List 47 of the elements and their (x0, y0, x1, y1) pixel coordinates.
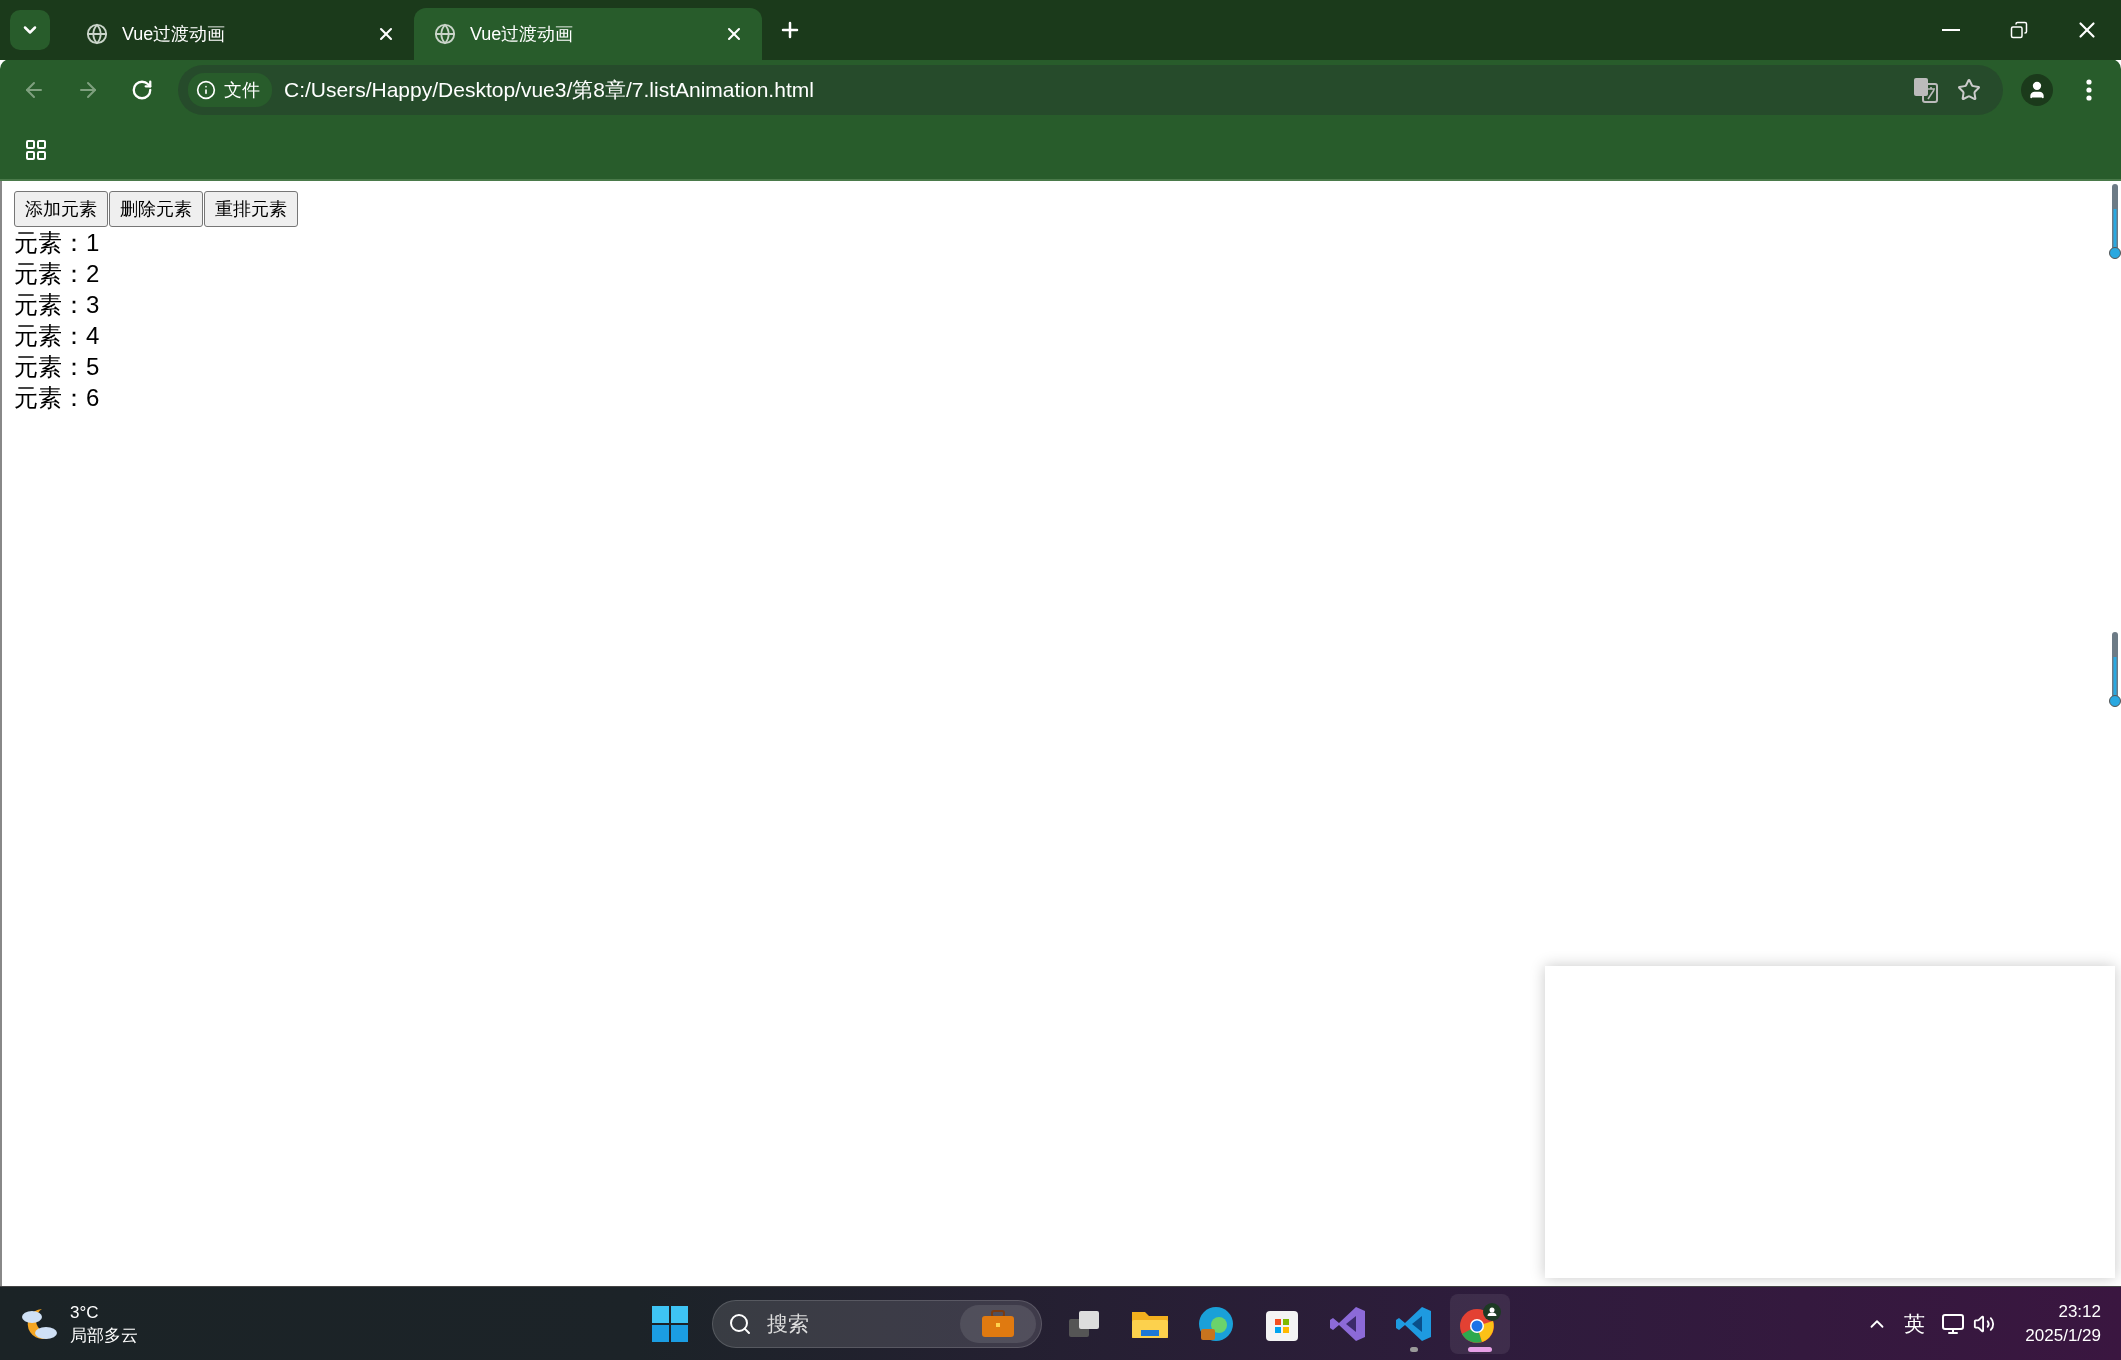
minimize-icon (1942, 29, 1960, 31)
list-item: 元素：6 (14, 383, 100, 413)
clock-date: 2025/1/29 (2025, 1324, 2101, 1347)
menu-icon (2086, 79, 2092, 101)
info-icon (196, 80, 216, 100)
tab-search-button[interactable] (10, 10, 50, 50)
translate-icon[interactable] (1913, 77, 1939, 103)
edge-icon (1197, 1304, 1235, 1343)
thermometer-icon (2109, 631, 2121, 709)
tab-title: Vue过渡动画 (122, 23, 227, 46)
windows-logo-icon (652, 1305, 688, 1342)
browser-tab[interactable]: Vue过渡动画 (66, 8, 414, 60)
network-icon[interactable] (1941, 1311, 1966, 1336)
search-icon (728, 1311, 752, 1336)
chrome-icon (1458, 1302, 1502, 1345)
restore-icon (2010, 21, 2028, 39)
visual-studio-icon (1329, 1304, 1367, 1343)
list-item: 元素：3 (14, 290, 100, 320)
page-button[interactable]: 重排元素 (204, 191, 298, 227)
clock-time: 23:12 (2058, 1300, 2101, 1323)
address-bar[interactable]: 文件 C:/Users/Happy/Desktop/vue3/第8章/7.listAnimation.html (178, 65, 2003, 115)
profile-button[interactable] (2021, 74, 2053, 106)
tab-title: Vue过渡动画 (470, 23, 575, 46)
temperature-text: 3°C (70, 1301, 100, 1324)
taskbar-app-button[interactable] (1450, 1293, 1510, 1354)
page-button[interactable]: 删除元素 (109, 191, 203, 227)
input-method-indicator[interactable]: 英 (1904, 1309, 1926, 1338)
page-button[interactable]: 添加元素 (14, 191, 108, 227)
grid-icon (24, 138, 48, 162)
vscode-icon (1395, 1304, 1433, 1343)
task-view-icon (1067, 1308, 1101, 1339)
star-icon (1957, 78, 1981, 102)
list-item: 元素：5 (14, 352, 100, 382)
globe-icon (86, 23, 108, 45)
weather-text: 局部多云 (70, 1324, 138, 1347)
url-text: C:/Users/Happy/Desktop/vue3/第8章/7.listAnimation.html (284, 77, 815, 103)
security-label: 文件 (224, 79, 260, 102)
browser-tab[interactable]: Vue过渡动画 (414, 8, 762, 60)
site-info-chip[interactable]: 文件 (188, 73, 272, 107)
person-icon (2027, 80, 2047, 100)
reload-icon (131, 79, 153, 101)
globe-icon (434, 23, 456, 45)
list-item: 元素：4 (14, 321, 100, 351)
list-item: 元素：2 (14, 259, 100, 289)
thermometer-icon (2109, 183, 2121, 261)
list-item: 元素：1 (14, 228, 100, 258)
briefcase-icon (981, 1309, 1015, 1338)
